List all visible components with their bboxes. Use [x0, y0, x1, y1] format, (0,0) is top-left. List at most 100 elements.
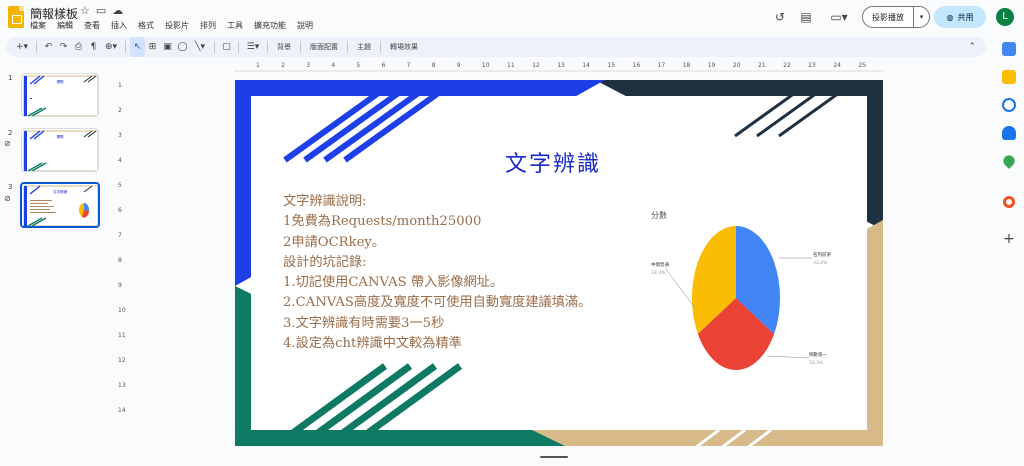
history-icon[interactable]: ↺ — [772, 9, 788, 25]
ruler-number: 2 — [281, 62, 285, 69]
line-icon[interactable]: ╲▾ — [190, 37, 210, 57]
toolbar-divider — [267, 41, 268, 53]
ruler-number: 12 — [118, 357, 126, 364]
globe-icon: ◍ — [946, 12, 954, 22]
body-line: 1.切記使用CANVAS 帶入影像網址。 — [283, 275, 504, 291]
comment-icon[interactable]: ▤ — [798, 9, 814, 25]
menu-tools[interactable]: 工具 — [227, 20, 243, 31]
toolbar-divider — [300, 41, 301, 53]
menu-insert[interactable]: 插入 — [111, 20, 127, 31]
ruler-number: 10 — [118, 307, 126, 314]
slides-app-icon[interactable] — [8, 6, 24, 28]
ruler-number: 7 — [406, 62, 411, 69]
body-line: 4.設定為cht辨識中文較為精準 — [283, 336, 462, 352]
theme-button[interactable]: 主題 — [352, 42, 376, 52]
present-button[interactable]: 投影播放 ▾ — [862, 6, 930, 28]
text-box-icon[interactable]: ⊞ — [145, 37, 160, 57]
slide-thumbnail-3[interactable]: 文字辨識 — [20, 182, 100, 228]
slide-body-text[interactable]: 文字辨識說明: 1免費為Requests/month25000 2申請OCRke… — [283, 192, 591, 354]
slide-thumbnail-2[interactable]: 標題 — [21, 128, 99, 172]
ruler-number: 18 — [682, 62, 691, 69]
addon-icon[interactable] — [1003, 196, 1015, 208]
header-bar: 簡報樣板 ☆ ▭ ☁ 檔案 編輯 查看 插入 格式 投影片 排列 工具 擴充功能… — [0, 0, 1024, 36]
menu-slide[interactable]: 投影片 — [165, 20, 189, 31]
ruler-number: 9 — [118, 282, 122, 289]
layout-button[interactable]: 版面配置 — [305, 42, 343, 52]
menu-view[interactable]: 查看 — [84, 20, 100, 31]
toolbar-divider — [125, 41, 126, 53]
toolbar-divider — [36, 41, 37, 53]
ruler-number: 2 — [118, 107, 122, 114]
pie-slice-percent: 33.3% — [809, 360, 824, 366]
ruler-number: 5 — [118, 182, 122, 189]
ruler-number: 21 — [758, 62, 766, 69]
insert-comment-icon[interactable]: ▢ — [219, 37, 234, 57]
ruler-number: 24 — [833, 62, 841, 69]
ruler-number: 3 — [306, 62, 311, 69]
redo-icon[interactable]: ↷ — [56, 37, 71, 57]
undo-icon[interactable]: ↶ — [41, 37, 56, 57]
folder-icon[interactable]: ▭ — [96, 4, 106, 17]
print-icon[interactable]: ⎙ — [71, 37, 86, 57]
menu-format[interactable]: 格式 — [138, 20, 154, 31]
paint-format-icon[interactable]: ¶ — [86, 37, 101, 57]
collapse-toolbar-icon[interactable]: ⌃ — [968, 37, 976, 57]
thumbnail-title: 文字辨識 — [53, 190, 67, 194]
ruler-number: 19 — [707, 62, 716, 69]
speaker-notes-handle[interactable] — [540, 456, 568, 458]
ruler-number: 6 — [381, 62, 386, 69]
ruler-number: 1 — [118, 82, 122, 89]
slide-thumbnail-1[interactable]: 標題 — [21, 73, 99, 117]
side-panel: + — [996, 36, 1024, 466]
ruler-number: 9 — [456, 62, 461, 69]
menu-bar: 檔案 編輯 查看 插入 格式 投影片 排列 工具 擴充功能 說明 — [30, 20, 313, 31]
slide-title[interactable]: 文字辨識 — [505, 146, 601, 178]
background-button[interactable]: 背景 — [272, 42, 296, 52]
ruler-number: 4 — [331, 62, 336, 69]
ruler-number: 14 — [118, 407, 126, 414]
horizontal-ruler: 1 2 3 4 5 6 7 8 9 10 11 12 13 14 15 16 17 18 19 20 21 22 23 24 2… — [234, 62, 884, 72]
select-cursor-icon[interactable]: ↖ — [130, 37, 145, 57]
ruler-number: 11 — [507, 62, 515, 69]
menu-file[interactable]: 檔案 — [30, 20, 46, 31]
ruler-number: 6 — [118, 207, 122, 214]
ruler-number: 23 — [808, 62, 816, 69]
ruler-number: 8 — [431, 62, 436, 69]
toolbar: +▾ ↶ ↷ ⎙ ¶ ⊕▾ ↖ ⊞ ▣ ◯ ╲▾ ▢ ☰▾ 背景 版面配置 主題… — [6, 37, 986, 57]
zoom-icon[interactable]: ⊕▾ — [101, 37, 121, 57]
pie-chart[interactable]: 分數 名列前茅 33.4% 倒數第一 33.3% 中間普通 33.3% — [649, 206, 839, 376]
pie-slice-label: 中間普通 — [651, 261, 669, 268]
new-slide-icon[interactable]: +▾ — [12, 37, 32, 57]
transition-button[interactable]: 轉場效果 — [385, 42, 423, 52]
ruler-number: 25 — [858, 62, 867, 69]
menu-help[interactable]: 說明 — [297, 20, 313, 31]
shape-icon[interactable]: ◯ — [175, 37, 190, 57]
share-button[interactable]: ◍ 共用 — [934, 6, 986, 28]
chart-title: 分數 — [651, 210, 667, 220]
bulleted-list-icon[interactable]: ☰▾ — [243, 37, 263, 57]
get-addons-icon[interactable]: + — [1002, 232, 1016, 246]
tasks-icon[interactable] — [1002, 98, 1016, 112]
ruler-number: 10 — [481, 62, 490, 69]
avatar[interactable]: L — [996, 8, 1014, 26]
video-call-icon[interactable]: ▭▾ — [828, 9, 850, 25]
keep-icon[interactable] — [1002, 70, 1016, 84]
ruler-number: 13 — [557, 62, 565, 69]
pie-slice-percent: 33.4% — [813, 260, 828, 266]
menu-extensions[interactable]: 擴充功能 — [254, 20, 286, 31]
toolbar-divider — [380, 41, 381, 53]
contacts-icon[interactable] — [1002, 126, 1016, 140]
ruler-number: 8 — [118, 257, 122, 264]
present-dropdown-icon[interactable]: ▾ — [913, 7, 929, 27]
current-slide[interactable]: 文字辨識 文字辨識說明: 1免費為Requests/month25000 2申請… — [235, 80, 883, 446]
maps-icon[interactable] — [1001, 153, 1017, 169]
share-label: 共用 — [957, 12, 974, 22]
star-icon[interactable]: ☆ — [80, 4, 90, 17]
menu-edit[interactable]: 編輯 — [57, 20, 73, 31]
pie-chart-svg: 分數名列前茅 33.4% 倒數第一 33.3% 中間普通 33.3% — [651, 210, 831, 370]
calendar-icon[interactable] — [1002, 42, 1016, 56]
image-icon[interactable]: ▣ — [160, 37, 175, 57]
cloud-icon[interactable]: ☁ — [112, 4, 123, 17]
menu-arrange[interactable]: 排列 — [200, 20, 216, 31]
pie-leader-line — [766, 355, 810, 359]
